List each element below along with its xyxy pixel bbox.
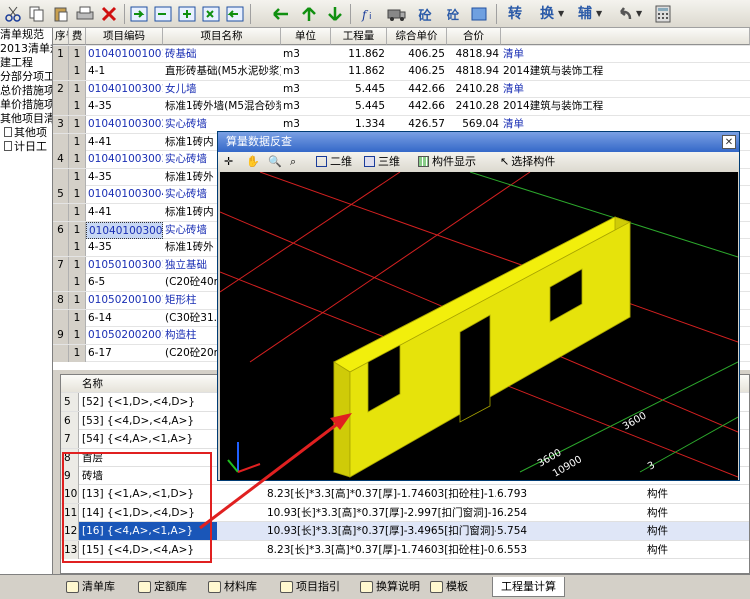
tab-icon <box>66 581 79 593</box>
tab-3[interactable]: 项目指引 <box>278 577 340 597</box>
annotation-arrow <box>199 413 352 530</box>
tab-2[interactable]: 材料库 <box>206 577 257 597</box>
tab-icon <box>280 581 293 593</box>
tab-icon <box>360 581 373 593</box>
tab-icon <box>208 581 221 593</box>
tab-1[interactable]: 定额库 <box>136 577 187 597</box>
tab-label: 定额库 <box>154 580 187 593</box>
tab-label: 材料库 <box>224 580 257 593</box>
tab-5[interactable]: 模板 <box>428 577 468 597</box>
bottom-tab-bar: 清单库 定额库 材料库 项目指引 换算说明 模板 工程量计算 <box>0 574 750 599</box>
tab-label: 换算说明 <box>376 580 420 593</box>
tab-label: 模板 <box>446 580 468 593</box>
tab-label: 项目指引 <box>296 580 340 593</box>
tab-icon <box>430 581 443 593</box>
tab-label: 工程量计算 <box>501 580 556 593</box>
tab-6[interactable]: 工程量计算 <box>492 577 565 597</box>
tab-0[interactable]: 清单库 <box>64 577 115 597</box>
tab-4[interactable]: 换算说明 <box>358 577 420 597</box>
tab-label: 清单库 <box>82 580 115 593</box>
tab-icon <box>138 581 151 593</box>
